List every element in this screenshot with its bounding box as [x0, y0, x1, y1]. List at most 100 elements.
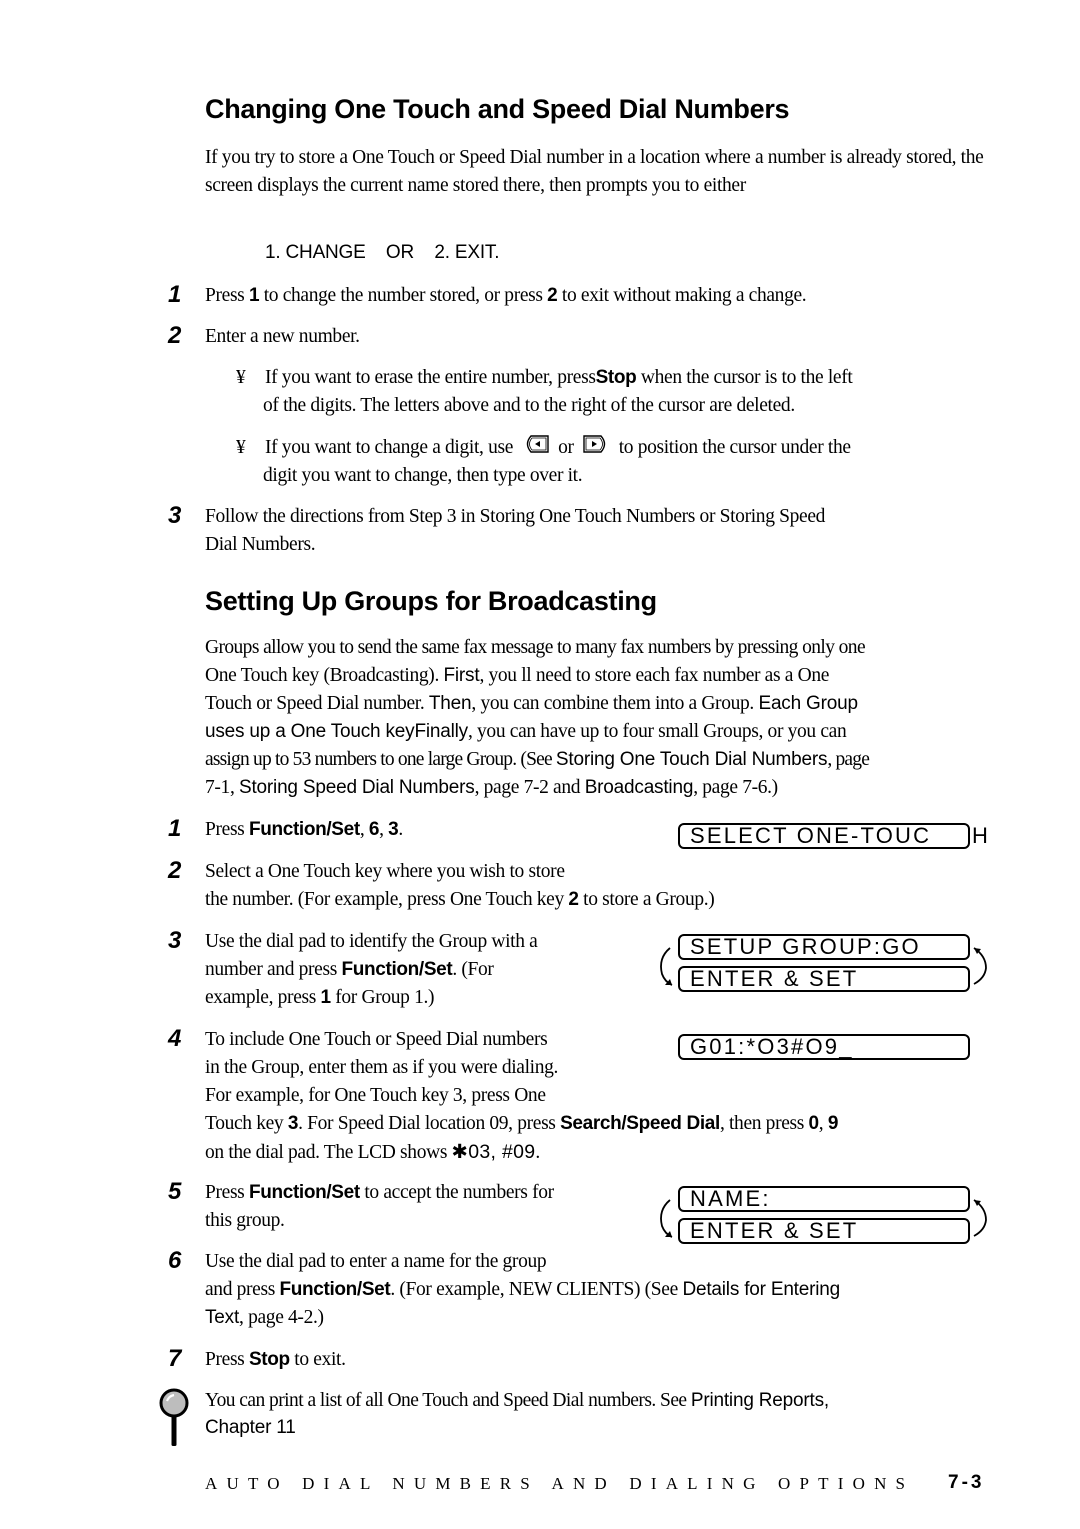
group-step-2-line1: Select a One Touch key where you wish to… — [205, 861, 565, 882]
text: , page 7-2 and — [474, 777, 585, 798]
group-step-2-line2: the number. (For example, press One Touc… — [205, 886, 715, 914]
key: 1 — [320, 987, 332, 1008]
text: to position the cursor under the — [618, 437, 851, 458]
step-number: 7 — [168, 1345, 182, 1372]
text: If you want to erase the entire number, … — [265, 367, 596, 388]
lcd-cursor: _ — [839, 1034, 854, 1059]
text: Finally — [414, 721, 468, 742]
lcd-text: G01:*O3#O9 — [690, 1034, 840, 1059]
group-step-5-line2: this group. — [205, 1210, 285, 1231]
text: If you want to change a digit, use — [265, 437, 514, 458]
text: Press — [205, 819, 249, 840]
footer-chapter-title: AUTO DIAL NUMBERS AND DIALING OPTIONS — [205, 1474, 915, 1493]
group-step-7: Press Stop to exit. — [205, 1346, 346, 1374]
step-number: 1 — [168, 281, 182, 308]
text: to store a Group.) — [578, 889, 715, 910]
lcd-group-entry: G01:*O3#O9_ — [678, 1034, 970, 1060]
step-number: 5 — [168, 1178, 182, 1205]
lcd-setup-group: SETUP GROUP:GO — [678, 934, 970, 960]
text: Then — [428, 693, 472, 714]
link-printing-reports: Printing Reports, — [690, 1390, 829, 1411]
magnifier-icon — [159, 1388, 189, 1446]
text: , — [379, 819, 389, 840]
text: to exit without making a change. — [557, 285, 807, 306]
intro-line: assign up to 53 numbers to one large Gro… — [205, 746, 1005, 774]
step-2-text: Enter a new number. — [205, 326, 360, 347]
step-number: 1 — [168, 815, 182, 842]
key-function-set: Function/Set — [248, 819, 360, 840]
section2-intro: Groups allow you to send the same fax me… — [205, 634, 1005, 802]
link-details-entering-text: Text — [205, 1307, 240, 1328]
link-storing-speed-dial: Storing Speed Dial Numbers — [239, 777, 475, 798]
group-step-4-line2: in the Group, enter them as if you were … — [205, 1057, 559, 1078]
text: or — [558, 437, 574, 458]
intro-line: One Touch key (Broadcasting). First, you… — [205, 662, 1005, 690]
cycle-arrow-left-icon — [660, 1199, 673, 1238]
key-stop: Stop — [248, 1349, 290, 1370]
cycle-arrow-right-icon — [973, 947, 987, 985]
group-step-6-line2: and press Function/Set. (For example, NE… — [205, 1276, 840, 1304]
text: . For Speed Dial location 09, press — [298, 1113, 561, 1134]
key-function-set: Function/Set — [279, 1279, 391, 1300]
text: First — [443, 665, 480, 686]
key-stop: Stop — [595, 367, 637, 388]
text: assign up to 53 numbers to one large Gro… — [205, 749, 556, 770]
text: , page 7-6.) — [693, 777, 778, 798]
step-3-line1: Follow the directions from Step 3 in Sto… — [205, 506, 826, 527]
group-step-4-line5: on the dial pad. The LCD shows ✱03, #09. — [205, 1138, 540, 1167]
text: when the cursor is to the left — [636, 367, 853, 388]
lcd-enter-set: ENTER & SET — [678, 966, 970, 992]
intro-line: Touch or Speed Dial number. Then, you ca… — [205, 690, 1005, 718]
lcd-name: NAME: — [678, 1186, 970, 1212]
text: uses up a One Touch key — [205, 721, 415, 742]
note-text: You can print a list of all One Touch an… — [205, 1387, 829, 1415]
intro-line: uses up a One Touch keyFinally, you can … — [205, 718, 1005, 746]
step-number: 3 — [168, 927, 182, 954]
text: , you can combine them into a Group. — [471, 693, 759, 714]
text: 7-1, — [205, 777, 239, 798]
text: , — [359, 819, 369, 840]
bullet-change-digit: If you want to change a digit, use or to… — [265, 434, 851, 463]
section-title-groups-broadcasting: Setting Up Groups for Broadcasting — [205, 586, 657, 616]
key: 0 — [808, 1113, 820, 1134]
step-number: 6 — [168, 1247, 182, 1274]
text: , then press — [719, 1113, 809, 1134]
text: to accept the numbers for — [359, 1182, 554, 1203]
text: One Touch key (Broadcasting). — [205, 665, 444, 686]
step-number: 4 — [168, 1025, 182, 1052]
key-search-speed-dial: Search/Speed Dial — [560, 1113, 720, 1134]
link-details-entering-text: Details for Entering — [682, 1279, 841, 1300]
text: Each Group — [758, 693, 858, 714]
footer-page-number: 7-3 — [948, 1472, 985, 1493]
text: Press — [205, 1182, 249, 1203]
text: , — [818, 1113, 828, 1134]
link-broadcasting: Broadcasting — [584, 777, 694, 798]
group-step-6-line1: Use the dial pad to enter a name for the… — [205, 1251, 547, 1272]
key-function-set: Function/Set — [341, 959, 453, 980]
lcd-select-one-touch: SELECT ONE-TOUC H — [678, 823, 988, 849]
group-step-1: Press Function/Set, 6, 3. — [205, 816, 403, 844]
lcd-text: SELECT ONE-TOUC — [690, 823, 932, 848]
key: 6 — [368, 819, 380, 840]
group-step-5-line1: Press Function/Set to accept the numbers… — [205, 1179, 554, 1207]
text: example, press — [205, 987, 321, 1008]
group-step-4-line4: Touch key 3. For Speed Dial location 09,… — [205, 1110, 838, 1138]
text: to exit. — [289, 1349, 346, 1370]
bullet-change-digit-line2: digit you want to change, then type over… — [263, 465, 583, 486]
bullet-symbol: ¥ — [236, 367, 246, 388]
text: for Group 1.) — [330, 987, 435, 1008]
link-storing-one-touch: Storing One Touch Dial Numbers — [555, 749, 828, 770]
step-number: 2 — [168, 857, 182, 884]
key-2: 2 — [547, 285, 558, 306]
key-1: 1 — [248, 285, 260, 306]
text: , you ll need to store each fax number a… — [479, 665, 830, 686]
group-step-3-line1: Use the dial pad to identify the Group w… — [205, 931, 538, 952]
key: 2 — [568, 889, 579, 910]
group-step-4-line1: To include One Touch or Speed Dial numbe… — [205, 1029, 548, 1050]
text: Touch key — [205, 1113, 288, 1134]
lcd-code: ✱03, #09 — [451, 1141, 536, 1163]
lcd-prompt-change-or-exit: 1. CHANGE OR 2. EXIT. — [265, 242, 500, 263]
right-arrow-key-icon — [582, 434, 610, 463]
text: . — [398, 819, 403, 840]
group-step-3-line2: number and press Function/Set. (For — [205, 956, 494, 984]
